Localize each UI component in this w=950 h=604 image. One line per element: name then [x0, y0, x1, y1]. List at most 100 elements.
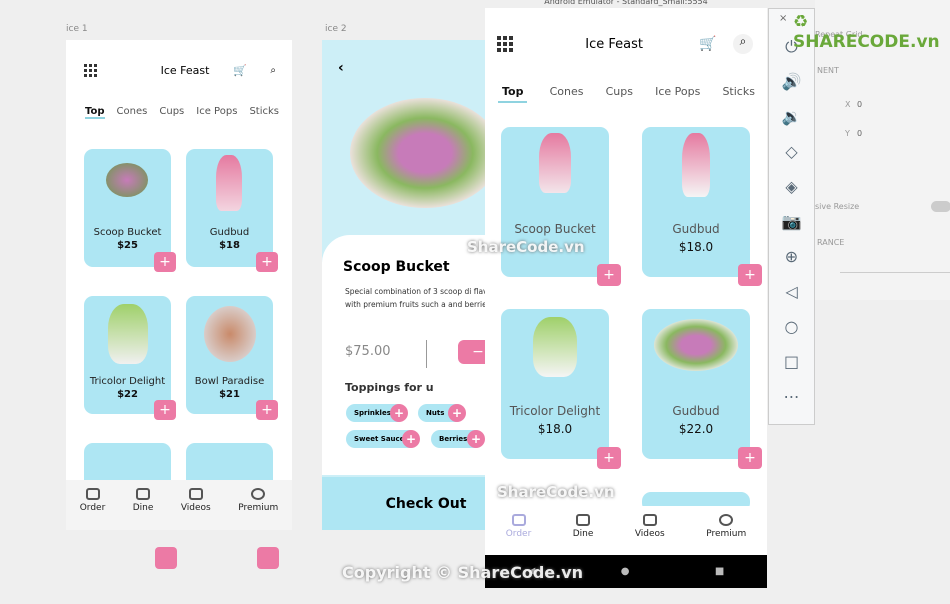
product-name: Gudbud — [672, 222, 720, 236]
bag-icon — [85, 488, 100, 500]
nav-dine[interactable]: Dine — [133, 488, 153, 530]
add-button[interactable]: + — [597, 264, 621, 286]
tab-sticks[interactable]: Sticks — [249, 106, 279, 119]
topping-chip[interactable]: Sprinkles + — [346, 404, 408, 422]
topping-chip[interactable]: Berries + — [431, 430, 485, 448]
product-price: $18 — [219, 240, 240, 251]
volume-down-icon[interactable]: 🔉 — [769, 99, 814, 134]
product-card[interactable]: Gudbud $22.0 + — [642, 309, 762, 469]
x-label: X — [845, 100, 851, 109]
product-price: $25 — [117, 240, 138, 251]
more-icon[interactable]: ⋯ — [769, 379, 814, 414]
rotate-left-icon[interactable]: ◇ — [769, 134, 814, 169]
product-name: Gudbud — [209, 227, 250, 238]
nav-order[interactable]: Order — [80, 488, 105, 530]
component-label: NENT — [817, 66, 839, 75]
product-name: Scoop Bucket — [514, 222, 596, 236]
close-icon[interactable]: × — [779, 13, 787, 24]
nav-dine[interactable]: Dine — [573, 514, 593, 555]
tab-cones[interactable]: Cones — [550, 85, 584, 103]
checkout-button[interactable]: Check Out — [322, 477, 485, 530]
hero-image — [350, 98, 485, 208]
add-button[interactable]: + — [154, 400, 176, 420]
video-icon — [642, 514, 657, 526]
appearance-label: RANCE — [817, 238, 845, 247]
watermark: ShareCode.vn — [497, 483, 615, 501]
home-icon[interactable]: ○ — [769, 309, 814, 344]
frame-label-1: ice 1 — [66, 24, 88, 34]
topping-chip[interactable]: Sweet Sauce + — [346, 430, 420, 448]
add-button[interactable]: + — [256, 252, 278, 272]
overview-icon[interactable]: □ — [769, 344, 814, 379]
product-price: $18.0 — [678, 240, 714, 254]
y-label: Y — [845, 129, 850, 138]
screen-home: Ice Feast 🛒 ⌕ Top Cones Cups Ice Pops St… — [66, 40, 292, 530]
emulator-screen: Ice Feast 🛒 ⌕ Top Cones Cups Ice Pops St… — [485, 8, 767, 588]
cart-icon[interactable]: 🛒 — [699, 36, 716, 52]
tab-cones[interactable]: Cones — [117, 106, 148, 119]
camera-icon[interactable]: 📷 — [769, 204, 814, 239]
toppings-title: Toppings for u — [345, 381, 434, 394]
product-card[interactable]: Tricolor Delight $18.0 + — [501, 309, 621, 469]
x-input[interactable]: 0 — [857, 100, 862, 109]
add-button[interactable]: + — [597, 447, 621, 469]
product-price: $75.00 — [345, 344, 391, 359]
volume-up-icon[interactable]: 🔊 — [769, 64, 814, 99]
tab-top[interactable]: Top — [85, 106, 105, 119]
add-button[interactable]: + — [154, 252, 176, 272]
frame-label-2: ice 2 — [325, 24, 347, 34]
bag-icon — [511, 514, 526, 526]
responsive-resize-label: sive Resize — [815, 202, 860, 211]
product-card[interactable]: Tricolor Delight $22 + — [84, 296, 176, 420]
product-name: Scoop Bucket — [93, 227, 162, 238]
tab-ice-pops[interactable]: Ice Pops — [655, 85, 700, 103]
copyright-watermark: Copyright © ShareCode.vn — [342, 563, 584, 582]
product-price: $22 — [117, 389, 138, 400]
nav-videos[interactable]: Videos — [181, 488, 211, 530]
pink-swatch — [257, 547, 279, 569]
tab-cups[interactable]: Cups — [159, 106, 184, 119]
search-icon[interactable]: ⌕ — [270, 65, 276, 76]
premium-icon — [719, 514, 734, 526]
emulator-toolbar: × ⏻ 🔊 🔉 ◇ ◈ 📷 ⊕ ◁ ○ □ ⋯ — [768, 8, 815, 425]
product-name: Gudbud — [672, 404, 720, 418]
product-image — [216, 155, 242, 211]
dine-icon — [576, 514, 591, 526]
zoom-icon[interactable]: ⊕ — [769, 239, 814, 274]
cart-icon[interactable]: 🛒 — [233, 64, 247, 77]
nav-premium[interactable]: Premium — [238, 488, 278, 530]
rotate-right-icon[interactable]: ◈ — [769, 169, 814, 204]
tab-sticks[interactable]: Sticks — [722, 85, 755, 103]
nav-videos[interactable]: Videos — [635, 514, 665, 555]
topping-chip[interactable]: Nuts + — [418, 404, 466, 422]
app-title: Ice Feast — [160, 64, 210, 77]
product-card[interactable]: Scoop Bucket $25 + — [84, 149, 176, 272]
product-title: Scoop Bucket — [343, 259, 450, 275]
add-button[interactable]: + — [738, 264, 762, 286]
overview-icon[interactable]: ■ — [715, 566, 724, 577]
add-button[interactable]: + — [738, 447, 762, 469]
product-card[interactable]: Bowl Paradise $21 + — [186, 296, 278, 420]
tab-ice-pops[interactable]: Ice Pops — [196, 106, 237, 119]
add-button[interactable]: + — [256, 400, 278, 420]
nav-premium[interactable]: Premium — [706, 514, 746, 555]
menu-grid-icon[interactable] — [84, 64, 97, 77]
pink-swatch — [155, 547, 177, 569]
tab-cups[interactable]: Cups — [606, 85, 633, 103]
product-card[interactable]: Gudbud $18.0 + — [642, 127, 762, 286]
product-image — [108, 304, 148, 364]
home-icon[interactable]: ● — [621, 566, 630, 577]
responsive-resize-toggle[interactable] — [931, 201, 950, 212]
search-icon[interactable]: ⌕ — [733, 34, 753, 54]
emulator-title: Android Emulator - Standard_Small:5554 — [544, 0, 708, 6]
product-card[interactable]: Gudbud $18 + — [186, 149, 278, 272]
decrement-button[interactable]: − — [458, 340, 485, 364]
nav-order[interactable]: Order — [506, 514, 531, 555]
back-icon[interactable]: ◁ — [769, 274, 814, 309]
premium-icon — [251, 488, 266, 500]
menu-grid-icon[interactable] — [497, 36, 513, 52]
back-icon[interactable]: ‹ — [338, 60, 344, 76]
opacity-slider[interactable] — [840, 272, 950, 273]
y-input[interactable]: 0 — [857, 129, 862, 138]
tab-top[interactable]: Top — [498, 85, 528, 103]
